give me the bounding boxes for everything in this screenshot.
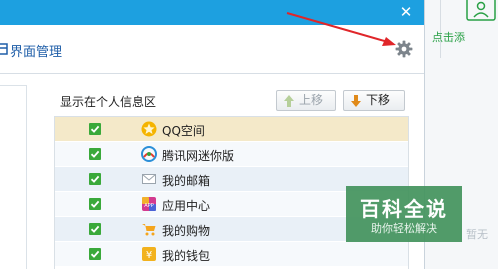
check-icon <box>90 125 100 133</box>
add-contact-link[interactable]: 点击添 <box>432 29 465 45</box>
list-item-label: 我的邮箱 <box>162 174 211 188</box>
arrow-down-icon <box>351 95 361 107</box>
check-icon <box>90 250 100 258</box>
title-bar[interactable]: ✕ <box>0 0 424 25</box>
move-up-label: 上移 <box>299 93 324 107</box>
list-item-qzone[interactable]: QQ空间 <box>55 117 408 142</box>
check-icon <box>90 225 100 233</box>
mail-icon <box>142 174 156 184</box>
check-icon <box>90 175 100 183</box>
toolbar: 界面管理 <box>0 25 424 74</box>
tencent-news-icon <box>141 146 157 162</box>
check-icon <box>90 150 100 158</box>
wallet-icon: ¥ <box>142 247 156 261</box>
move-up-button[interactable]: 上移 <box>276 90 336 111</box>
left-panel <box>0 85 27 269</box>
qzone-star-icon <box>141 121 157 137</box>
checkbox[interactable] <box>89 198 101 210</box>
add-contact-icon[interactable] <box>466 0 496 22</box>
checkbox[interactable] <box>89 123 101 135</box>
list-item-label: 我的钱包 <box>162 249 211 263</box>
checkbox[interactable] <box>89 248 101 260</box>
checkbox[interactable] <box>89 223 101 235</box>
svg-text:¥: ¥ <box>146 250 152 261</box>
list-item-label: 腾讯网迷你版 <box>162 149 235 163</box>
watermark-title: 百科全说 <box>360 197 448 221</box>
arrow-up-icon <box>284 95 294 107</box>
empty-hint-text: 暂无 <box>466 228 488 241</box>
close-button[interactable]: ✕ <box>398 2 414 22</box>
list-item-wallet[interactable]: ¥ 我的钱包 <box>55 242 408 267</box>
app-center-icon: APP <box>142 197 156 211</box>
shopping-cart-icon <box>142 224 156 236</box>
checkbox[interactable] <box>89 148 101 160</box>
close-icon: ✕ <box>399 3 413 21</box>
move-down-button[interactable]: 下移 <box>343 90 405 111</box>
tab-interface-management[interactable]: 界面管理 <box>10 41 62 60</box>
watermark-subtitle: 助你轻松解决 <box>371 222 437 235</box>
check-icon <box>90 200 100 208</box>
panel-icon <box>0 43 8 55</box>
list-item-label: 应用中心 <box>162 199 211 213</box>
watermark: 百科全说 助你轻松解决 <box>346 186 462 242</box>
list-item-label: QQ空间 <box>162 124 205 138</box>
move-down-label: 下移 <box>366 93 391 107</box>
gear-icon[interactable] <box>395 40 413 58</box>
section-title: 显示在个人信息区 <box>60 95 157 109</box>
list-item-label: 我的购物 <box>162 224 211 238</box>
svg-text:APP: APP <box>144 203 153 209</box>
list-item-tencent-news[interactable]: 腾讯网迷你版 <box>55 142 408 167</box>
checkbox[interactable] <box>89 173 101 185</box>
